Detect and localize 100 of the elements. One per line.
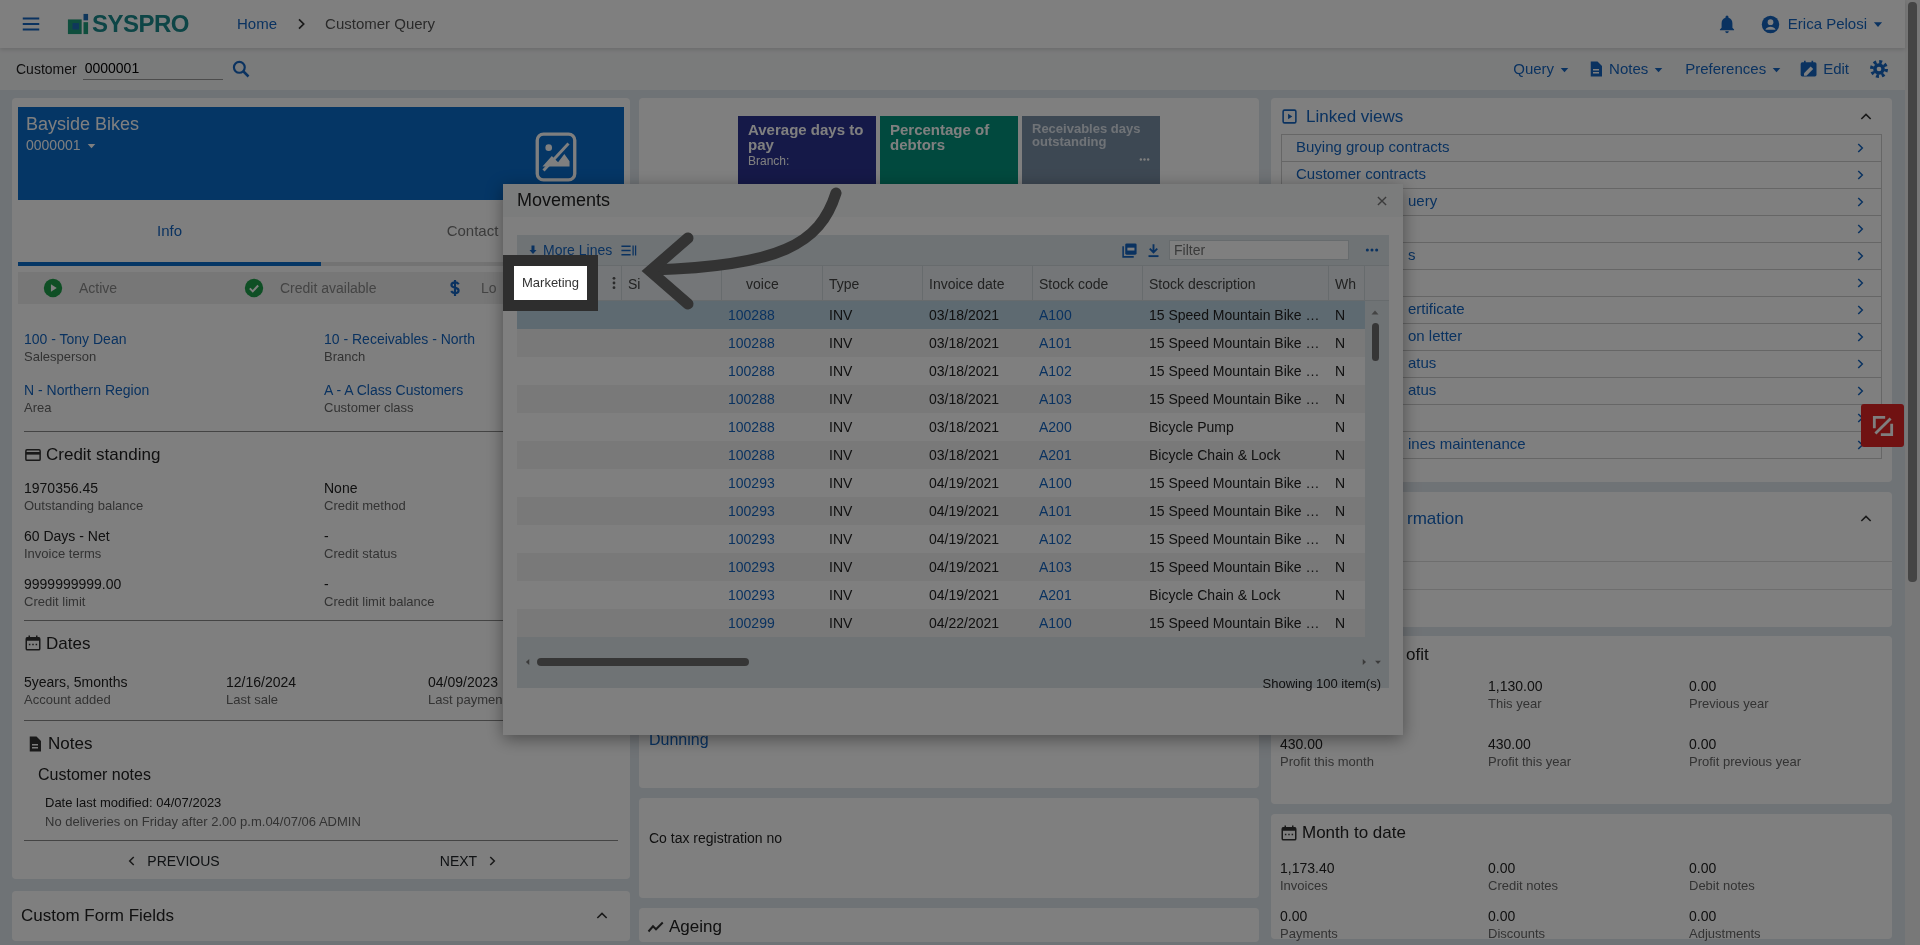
field-value: 1970356.45 <box>24 479 99 497</box>
field-label: Discounts <box>1488 924 1547 942</box>
table-link[interactable]: A100 <box>1033 304 1143 326</box>
field-link[interactable]: 100 - Tony Dean <box>24 331 324 348</box>
field-label: Outstanding balance <box>24 496 145 514</box>
column-header[interactable]: Stock description <box>1149 274 1256 295</box>
table-link[interactable]: A101 <box>1033 332 1143 354</box>
table-link[interactable]: 100288 <box>722 332 823 354</box>
table-link[interactable]: 100293 <box>722 500 823 522</box>
calendar-icon <box>24 634 42 653</box>
field-label: Adjustments <box>1689 924 1762 942</box>
field-label: Account added <box>24 691 112 708</box>
user-menu[interactable]: Erica Pelosi <box>1760 12 1885 36</box>
pdf-button[interactable] <box>1121 241 1138 259</box>
next-button[interactable]: NEXT <box>439 850 500 872</box>
table-link[interactable]: 100288 <box>722 416 823 438</box>
table-cell-text: N <box>1334 501 1347 521</box>
table-cell-text: 15 Speed Mountain Bike … <box>1148 529 1321 549</box>
linked-view-item[interactable]: Buying group contracts <box>1282 134 1881 162</box>
table-row[interactable]: 100288 INV 03/18/2021 A103 15 Speed Mountain Bike … N <box>517 385 1365 413</box>
breadcrumb-link[interactable]: Home <box>237 12 278 36</box>
table-link[interactable]: A200 <box>1033 416 1143 438</box>
table-row[interactable]: 100299 INV 04/22/2021 A100 15 Speed Mountain Bike … N <box>517 609 1365 637</box>
table-row[interactable]: 100293 INV 04/19/2021 A101 15 Speed Mountain Bike … N <box>517 497 1365 525</box>
table-link[interactable]: A201 <box>1033 444 1143 466</box>
notes-heading: Customer notes <box>38 764 152 785</box>
toolbar-button[interactable]: Notes <box>1587 57 1666 81</box>
kpi-tile[interactable]: Percentage of debtors <box>880 116 1018 186</box>
column-header[interactable]: Stock code <box>1039 274 1109 295</box>
field-value: - <box>324 575 330 593</box>
table-cell-text: INV <box>828 613 854 633</box>
field-label: Customer <box>16 59 77 79</box>
toolbar-button[interactable]: Edit <box>1799 57 1853 81</box>
table-cell-text: INV <box>828 529 854 549</box>
filter-field[interactable]: Filter <box>1169 240 1349 260</box>
customer-code-dropdown[interactable]: 0000001 <box>26 135 98 156</box>
download-button[interactable] <box>1146 242 1161 258</box>
table-link[interactable]: 100288 <box>722 360 823 382</box>
table-link[interactable]: A103 <box>1033 556 1143 578</box>
column-header[interactable]: voice <box>728 274 779 295</box>
field-link[interactable]: N - Northern Region <box>24 382 324 399</box>
table-link[interactable]: 100288 <box>722 444 823 466</box>
settings-button[interactable] <box>1869 59 1889 79</box>
scrollbar-thumb[interactable] <box>1908 2 1917 582</box>
table-row[interactable]: 100288 INV 03/18/2021 A201 Bicycle Chain & Lock N <box>517 441 1365 469</box>
table-row[interactable]: 100288 INV 03/18/2021 A100 15 Speed Mountain Bike … N <box>517 301 1365 329</box>
section-title: Notes <box>48 733 93 755</box>
field-label: Credit status <box>324 544 398 562</box>
toolbar-button[interactable]: Query <box>1509 57 1572 81</box>
toolbar-button[interactable]: Preferences <box>1681 57 1784 81</box>
table-row[interactable]: 100288 INV 03/18/2021 A101 15 Speed Mountain Bike … N <box>517 329 1365 357</box>
calendar-icon <box>1280 823 1298 842</box>
table-cell-text: INV <box>828 333 854 353</box>
column-header[interactable]: Si <box>628 274 641 295</box>
table-row[interactable]: 100288 INV 03/18/2021 A102 15 Speed Mountain Bike … N <box>517 357 1365 385</box>
kpi-tile[interactable]: Average days to pay Branch: <box>738 116 876 186</box>
field-label: Branch <box>324 348 367 365</box>
table-link[interactable]: A102 <box>1033 360 1143 382</box>
previous-button[interactable]: PREVIOUS <box>125 850 220 872</box>
search-button[interactable] <box>230 59 251 79</box>
table-link[interactable]: 100288 <box>722 304 823 326</box>
column-header[interactable]: Invoice date <box>929 274 1005 295</box>
table-cell-text: 04/22/2021 <box>928 613 1001 633</box>
column-header[interactable]: Wh <box>1335 274 1356 295</box>
scrollbar[interactable] <box>1905 0 1920 945</box>
scrollbar-thumb[interactable] <box>1371 323 1379 361</box>
field-label: This year <box>1488 694 1543 712</box>
table-row[interactable]: 100293 INV 04/19/2021 A102 15 Speed Mountain Bike … N <box>517 525 1365 553</box>
customer-field[interactable]: 0000001 <box>82 58 223 80</box>
table-link[interactable]: A103 <box>1033 388 1143 410</box>
column-header[interactable]: Type <box>829 274 860 295</box>
customer-name: Bayside Bikes <box>26 113 140 135</box>
table-link[interactable]: A101 <box>1033 500 1143 522</box>
table-link[interactable]: 100293 <box>722 584 823 606</box>
field-value: 1,173.40 <box>1280 859 1336 877</box>
field-value: 5years, 5months <box>24 674 129 691</box>
check-circle-icon <box>244 278 264 298</box>
floating-button[interactable] <box>1861 404 1904 447</box>
table-link[interactable]: A100 <box>1033 612 1143 634</box>
close-button[interactable] <box>1375 193 1389 208</box>
table-cell-text: INV <box>828 305 854 325</box>
table-row[interactable]: 100288 INV 03/18/2021 A200 Bicycle Pump N <box>517 413 1365 441</box>
field-label: Profit this year <box>1488 752 1573 770</box>
arrow-down-icon <box>527 244 539 256</box>
tab[interactable]: Info <box>18 200 321 266</box>
table-link[interactable]: 100293 <box>722 556 823 578</box>
table-row[interactable]: 100293 INV 04/19/2021 A100 15 Speed Mountain Bike … N <box>517 469 1365 497</box>
table-link[interactable]: 100288 <box>722 388 823 410</box>
scrollbar-thumb[interactable] <box>537 658 749 666</box>
more-lines-button[interactable]: More Lines <box>527 239 613 261</box>
table-link[interactable]: A201 <box>1033 584 1143 606</box>
table-link[interactable]: A102 <box>1033 528 1143 550</box>
table-cell-text: INV <box>828 501 854 521</box>
table-row[interactable]: 100293 INV 04/19/2021 A201 Bicycle Chain & Lock N <box>517 581 1365 609</box>
table-row[interactable]: 100293 INV 04/19/2021 A103 15 Speed Mountain Bike … N <box>517 553 1365 581</box>
table-link[interactable]: 100293 <box>722 528 823 550</box>
table-link[interactable]: A100 <box>1033 472 1143 494</box>
table-link[interactable]: 100293 <box>722 472 823 494</box>
field-value: 0.00 <box>1488 859 1517 877</box>
table-link[interactable]: 100299 <box>722 612 823 634</box>
